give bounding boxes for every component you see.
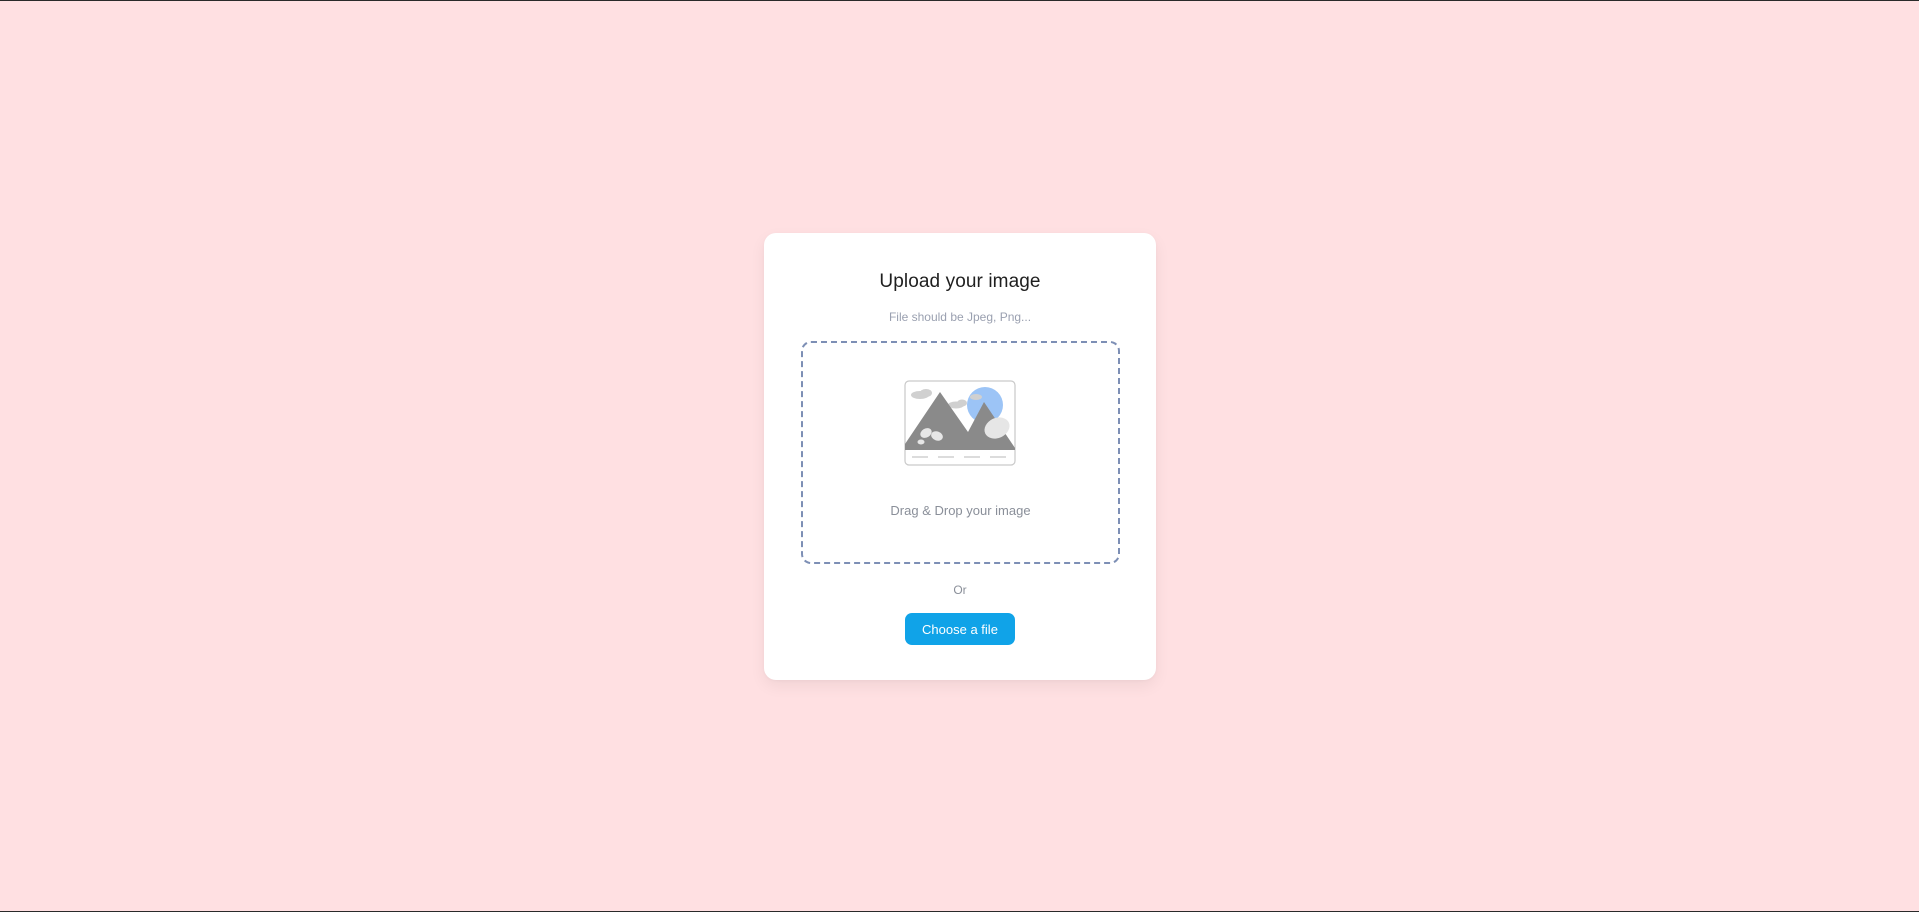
upload-subtitle: File should be Jpeg, Png... xyxy=(888,310,1032,324)
upload-title: Upload your image xyxy=(879,271,1041,292)
choose-file-button[interactable]: Choose a file xyxy=(905,613,1015,645)
or-divider: Or xyxy=(953,583,967,597)
image-placeholder-icon xyxy=(904,380,1016,466)
upload-card: Upload your image File should be Jpeg, P… xyxy=(764,233,1156,680)
drop-zone[interactable]: Drag & Drop your image xyxy=(801,341,1120,564)
drop-zone-label: Drag & Drop your image xyxy=(890,503,1031,518)
